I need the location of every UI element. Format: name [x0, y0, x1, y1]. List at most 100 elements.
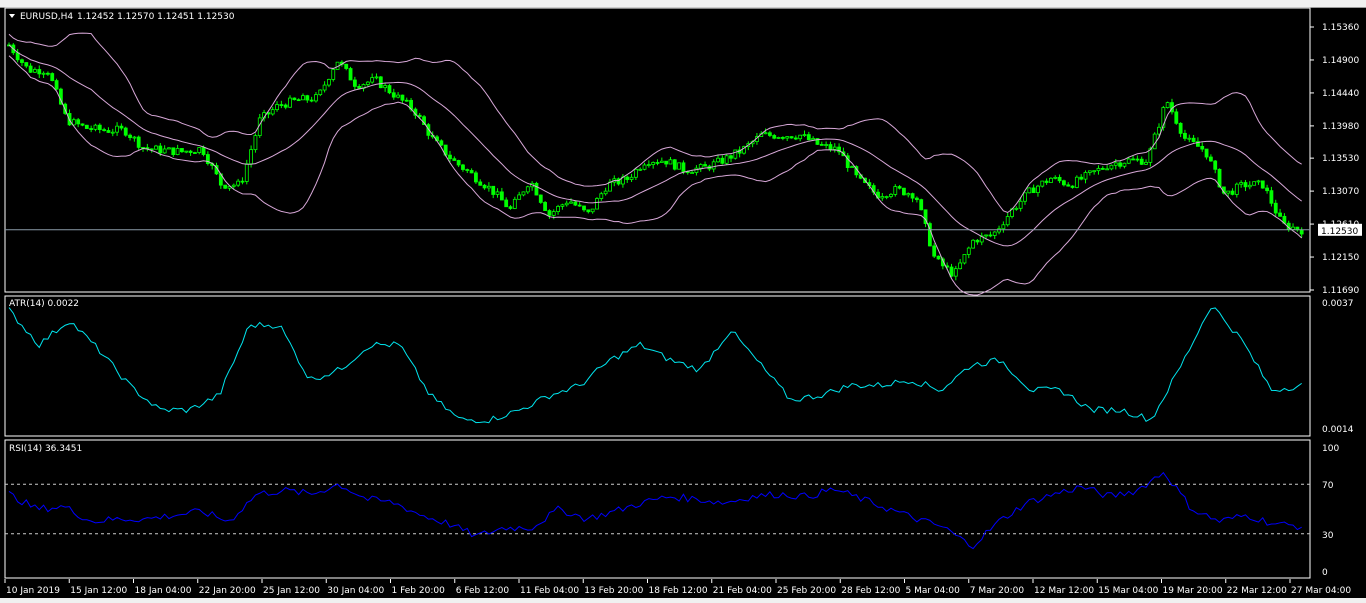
time-tick-label: 25 Feb 20:00: [777, 586, 836, 596]
candle: [1139, 158, 1144, 165]
time-tick-label: 5 Mar 04:00: [906, 586, 961, 596]
candle: [391, 92, 396, 98]
candle: [41, 72, 46, 75]
candle: [525, 186, 530, 193]
candle: [318, 89, 323, 96]
candle: [283, 104, 288, 108]
candle: [1018, 200, 1023, 209]
candle: [132, 136, 137, 139]
candle: [1247, 184, 1252, 188]
candle: [482, 184, 487, 189]
candle: [703, 164, 707, 167]
candle: [162, 148, 167, 154]
candle: [504, 199, 509, 208]
candle: [975, 239, 980, 243]
candle: [798, 134, 803, 140]
candle: [638, 168, 643, 171]
candle: [123, 127, 128, 136]
price-tick-label: 1.11690: [1322, 286, 1359, 296]
candle: [223, 184, 228, 189]
candle: [551, 211, 556, 216]
candle: [119, 125, 124, 129]
candle: [690, 172, 694, 174]
candle: [1208, 156, 1213, 162]
trading-chart[interactable]: 1.125301.153601.149001.144401.139801.135…: [0, 0, 1366, 603]
candle: [958, 262, 963, 270]
price-tick-label: 1.15360: [1322, 23, 1359, 33]
price-tick-label: 1.14440: [1322, 89, 1359, 99]
candle: [1122, 162, 1127, 167]
atr-title: ATR(14) 0.0022: [9, 299, 79, 309]
candle: [478, 181, 483, 186]
candle: [716, 157, 720, 163]
candle: [1144, 161, 1148, 165]
time-tick-label: 6 Feb 12:00: [456, 586, 510, 596]
price-tick-label: 1.12150: [1322, 253, 1359, 263]
time-tick-label: 1 Feb 20:00: [392, 586, 446, 596]
candle: [953, 268, 958, 277]
candle: [171, 147, 176, 155]
candle: [1204, 148, 1209, 158]
candle: [201, 147, 206, 155]
candle: [573, 201, 578, 206]
candle: [547, 210, 552, 216]
time-tick-label: 19 Mar 20:00: [1163, 586, 1223, 596]
time-tick-label: 12 Mar 12:00: [1034, 586, 1094, 596]
candle: [158, 145, 163, 154]
candle: [811, 138, 816, 141]
candle: [33, 69, 37, 73]
candle: [231, 184, 236, 187]
candle: [629, 176, 634, 180]
candle: [720, 157, 725, 164]
candle: [564, 202, 569, 206]
price-tick-label: 1.13070: [1322, 187, 1359, 197]
candle: [180, 148, 184, 153]
candle: [154, 145, 158, 150]
time-tick-label: 13 Feb 20:00: [584, 586, 643, 596]
candle: [1079, 176, 1084, 180]
candle: [1105, 168, 1110, 171]
candle: [495, 191, 500, 195]
candle: [672, 159, 677, 170]
candle: [642, 164, 647, 170]
candle: [1278, 212, 1282, 217]
candle: [1256, 180, 1261, 183]
candle: [1087, 170, 1092, 173]
candle: [512, 198, 517, 209]
candle: [461, 164, 465, 170]
candle: [828, 144, 833, 150]
candle: [590, 208, 595, 213]
candle: [556, 205, 560, 212]
candle: [331, 69, 336, 80]
candle: [50, 73, 55, 81]
rsi-title: RSI(14) 36.3451: [9, 444, 82, 454]
candle: [1200, 145, 1205, 150]
collapse-triangle-icon[interactable]: [9, 14, 15, 18]
candle: [625, 176, 630, 180]
candle: [608, 181, 612, 192]
candle: [1265, 187, 1269, 192]
candle: [344, 63, 349, 69]
candle: [491, 185, 496, 195]
candle: [1178, 122, 1183, 134]
candle: [768, 132, 772, 136]
candle: [1269, 190, 1274, 204]
candle: [465, 169, 470, 171]
candle: [352, 79, 357, 87]
candle: [249, 149, 254, 165]
candle: [992, 231, 997, 236]
candle: [949, 266, 954, 277]
candle: [655, 162, 660, 164]
window-bottom-bar: [0, 598, 1366, 603]
candle: [110, 131, 115, 134]
candle: [971, 239, 976, 249]
time-tick-label: 7 Mar 20:00: [970, 586, 1025, 596]
candle: [1131, 158, 1135, 161]
candle: [1053, 176, 1058, 179]
candle: [884, 196, 889, 198]
candle: [175, 148, 180, 155]
candle: [893, 186, 898, 195]
candle: [188, 150, 193, 153]
candle: [664, 160, 669, 165]
candle: [46, 72, 50, 75]
